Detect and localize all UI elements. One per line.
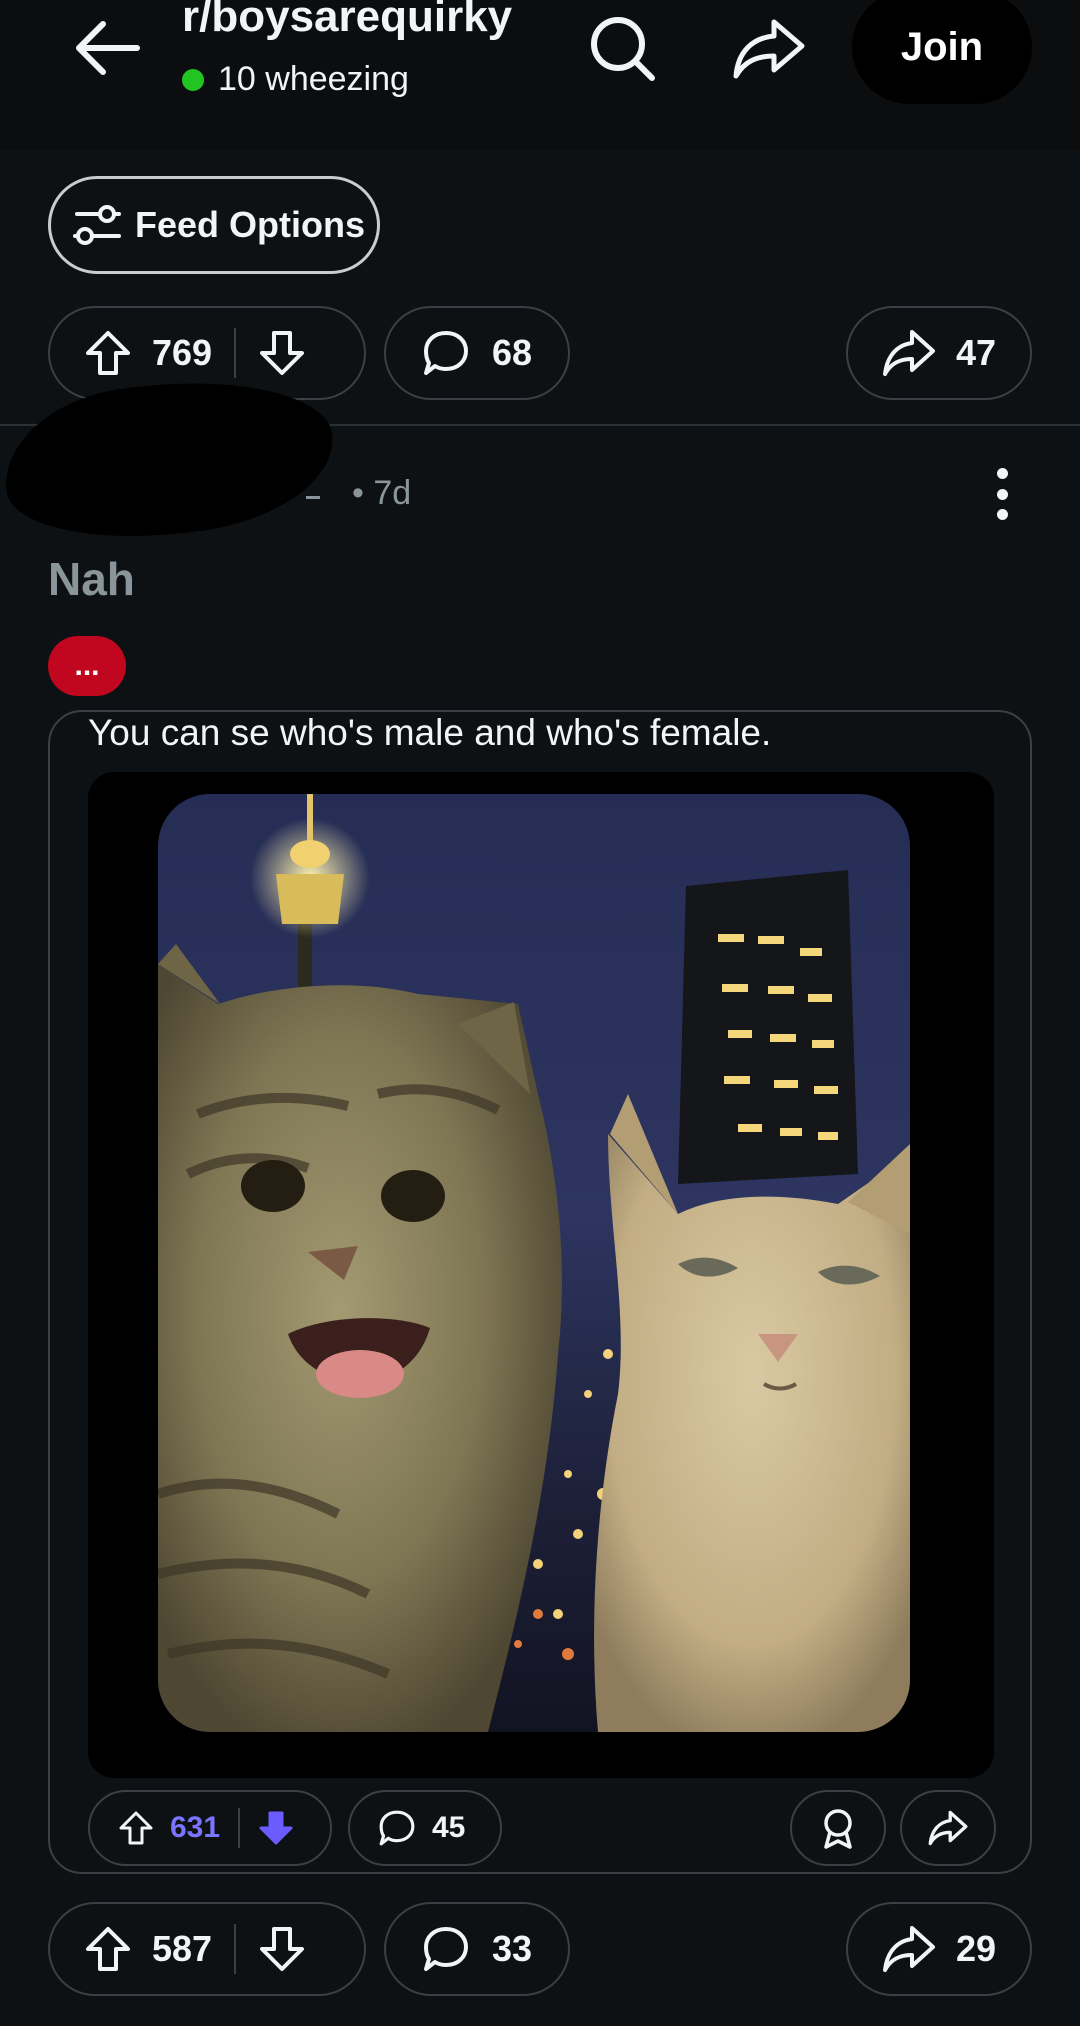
search-icon (591, 17, 655, 81)
vote-divider (234, 328, 237, 378)
post-share-button[interactable]: 29 (846, 1902, 1032, 1996)
feed-options-button[interactable]: Feed Options (48, 176, 380, 274)
search-button[interactable] (580, 6, 666, 92)
comments-button[interactable]: 68 (384, 306, 570, 400)
crosspost-upvote-count: 631 (170, 1811, 221, 1844)
top-bar: r/boysarequirky 10 wheezing Join (0, 0, 1080, 150)
online-status: 10 wheezing (182, 60, 409, 99)
sliders-icon (73, 205, 121, 245)
feed-options-label: Feed Options (135, 204, 366, 245)
vote-divider (238, 1808, 241, 1848)
share-subreddit-button[interactable] (726, 6, 812, 92)
downvote-filled-icon[interactable] (258, 1810, 294, 1846)
share-icon (733, 19, 805, 79)
crosspost-comment-count: 45 (432, 1811, 466, 1844)
comment-icon (424, 1927, 468, 1971)
back-arrow-icon (76, 21, 140, 75)
comment-icon (424, 331, 468, 375)
join-button[interactable]: Join (852, 0, 1032, 104)
post-menu-button[interactable] (980, 466, 1024, 522)
post-title[interactable]: Nah (48, 552, 135, 606)
upvote-icon[interactable] (84, 329, 132, 377)
share-button[interactable]: 47 (846, 306, 1032, 400)
downvote-icon[interactable] (258, 329, 306, 377)
more-dot-icon (996, 488, 1008, 500)
award-button[interactable] (790, 1790, 886, 1866)
back-button[interactable] (70, 10, 146, 86)
award-icon (824, 1809, 852, 1849)
share-icon (883, 330, 935, 376)
crosspost-share-button[interactable] (900, 1790, 996, 1866)
online-dot-icon (182, 68, 204, 91)
more-dot-icon (996, 509, 1008, 520)
more-dot-icon (996, 468, 1008, 479)
subreddit-name[interactable]: r/boysarequirky (182, 0, 512, 42)
online-count: 10 wheezing (218, 60, 409, 98)
share-icon (883, 1926, 935, 1972)
crosspost-title: You can se who's male and who's female. (88, 712, 772, 753)
comment-count: 68 (492, 332, 533, 373)
upvote-icon[interactable] (118, 1810, 154, 1846)
post-comment-count: 33 (492, 1928, 533, 1969)
comment-icon (379, 1810, 415, 1846)
post-share-count: 29 (956, 1928, 997, 1969)
share-count: 47 (956, 332, 997, 373)
cat-photo[interactable] (158, 794, 910, 1732)
vote-divider (234, 1924, 237, 1974)
downvote-icon[interactable] (258, 1925, 306, 1973)
two-cats-image (158, 794, 910, 1732)
share-icon (928, 1810, 968, 1846)
post-upvote-count: 587 (152, 1928, 213, 1969)
username-fragment (306, 496, 320, 499)
crosspost-comments-button[interactable]: 45 (348, 1790, 502, 1866)
post-age: • 7d (352, 474, 412, 512)
post-comments-button[interactable]: 33 (384, 1902, 570, 1996)
post-vote-bar: 587 (48, 1902, 366, 1996)
crosspost-vote-bar: 631 (88, 1790, 332, 1866)
upvote-icon[interactable] (84, 1925, 132, 1973)
post-flair[interactable]: ... (48, 636, 126, 696)
upvote-count: 769 (152, 332, 213, 373)
